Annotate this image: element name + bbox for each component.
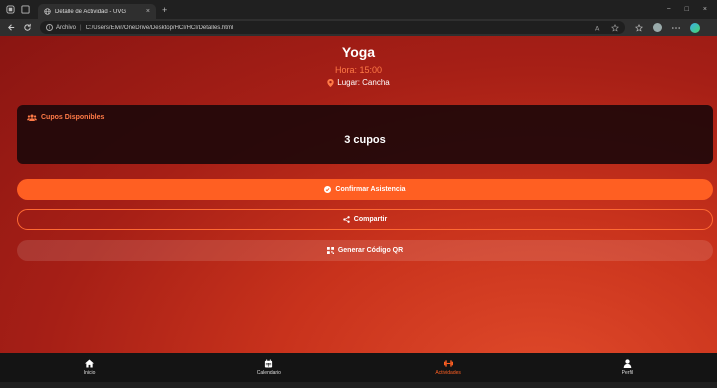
- slots-value: 3 cupos: [344, 134, 386, 146]
- globe-icon: [44, 8, 51, 15]
- more-options-icon[interactable]: [672, 26, 680, 30]
- url-bar[interactable]: i Archivo | C:/Users/Elvir/OneDrive/Desk…: [40, 21, 625, 34]
- workspaces-icon[interactable]: [6, 5, 15, 14]
- window-controls: − □ ×: [667, 6, 717, 13]
- browser-address-bar: i Archivo | C:/Users/Elvir/OneDrive/Desk…: [0, 19, 717, 36]
- activity-title: Yoga: [341, 44, 376, 60]
- slots-card: Cupos Disponibles 3 cupos: [17, 105, 713, 164]
- address-separator: |: [80, 24, 82, 31]
- share-button[interactable]: Compartir: [17, 209, 713, 230]
- browser-tab[interactable]: Detalle de Actividad - UVG ×: [38, 4, 156, 19]
- nav-label-actividades: Actividades: [435, 370, 461, 376]
- maximize-button[interactable]: □: [685, 6, 689, 13]
- activity-detail-page: Yoga Hora: 15:00 Lugar: Cancha Cupos Dis…: [0, 36, 717, 353]
- copilot-icon[interactable]: [690, 22, 700, 33]
- confirm-attendance-label: Confirmar Asistencia: [335, 186, 406, 193]
- activity-time: Hora: 15:00: [334, 65, 383, 75]
- user-icon: [623, 359, 632, 368]
- address-label: Archivo: [56, 24, 77, 31]
- nav-label-perfil: Perfil: [621, 370, 634, 376]
- generate-qr-button[interactable]: Generar Código QR: [17, 240, 713, 261]
- nav-label-inicio: Inicio: [83, 370, 96, 376]
- nav-item-calendario[interactable]: Calendario: [179, 353, 358, 382]
- tab-title: Detalle de Actividad - UVG: [55, 8, 127, 15]
- info-icon[interactable]: i: [46, 24, 53, 31]
- confirm-attendance-button[interactable]: Confirmar Asistencia: [17, 179, 713, 200]
- home-icon: [85, 359, 95, 368]
- reload-icon[interactable]: [23, 23, 32, 32]
- tab-actions-icon[interactable]: [21, 5, 30, 14]
- nav-item-actividades[interactable]: Actividades: [359, 353, 538, 382]
- nav-item-perfil[interactable]: Perfil: [538, 353, 717, 382]
- bottom-navigation: Inicio Calendario Actividades Perfil: [0, 353, 717, 382]
- svg-text:A: A: [595, 24, 600, 32]
- activity-place: Lugar: Cancha: [0, 78, 717, 87]
- slots-card-heading: Cupos Disponibles: [27, 114, 104, 121]
- dumbbell-icon: [443, 360, 453, 367]
- check-circle-icon: [324, 186, 332, 193]
- slots-heading-text: Cupos Disponibles: [41, 114, 105, 121]
- close-window-button[interactable]: ×: [703, 6, 707, 13]
- browser-tab-bar: Detalle de Actividad - UVG × + − □ ×: [0, 0, 717, 19]
- calendar-icon: [265, 359, 273, 368]
- share-label: Compartir: [353, 216, 388, 223]
- back-arrow-icon[interactable]: [7, 23, 16, 32]
- nav-label-calendario: Calendario: [256, 370, 281, 376]
- qr-code-icon: [326, 247, 334, 254]
- generate-qr-label: Generar Código QR: [337, 247, 404, 254]
- minimize-button[interactable]: −: [667, 6, 671, 13]
- url-text: C:/Users/Elvir/OneDrive/Desktop/HCI/HCI/…: [85, 24, 234, 31]
- users-icon: [27, 114, 37, 121]
- nav-item-inicio[interactable]: Inicio: [0, 353, 179, 382]
- activity-header: Yoga Hora: 15:00 Lugar: Cancha: [0, 36, 717, 87]
- favorite-star-icon[interactable]: [611, 23, 619, 32]
- profile-avatar-icon[interactable]: [653, 23, 662, 32]
- taskbar-strip: [0, 382, 717, 388]
- activity-place-text: Lugar: Cancha: [337, 78, 390, 87]
- browser-toolbar: [635, 22, 700, 33]
- read-aloud-icon[interactable]: A: [595, 24, 603, 32]
- close-tab-icon[interactable]: ×: [146, 8, 150, 15]
- new-tab-button[interactable]: +: [162, 5, 167, 15]
- favorites-icon[interactable]: [635, 23, 643, 32]
- share-icon: [343, 216, 350, 223]
- map-pin-icon: [327, 78, 334, 87]
